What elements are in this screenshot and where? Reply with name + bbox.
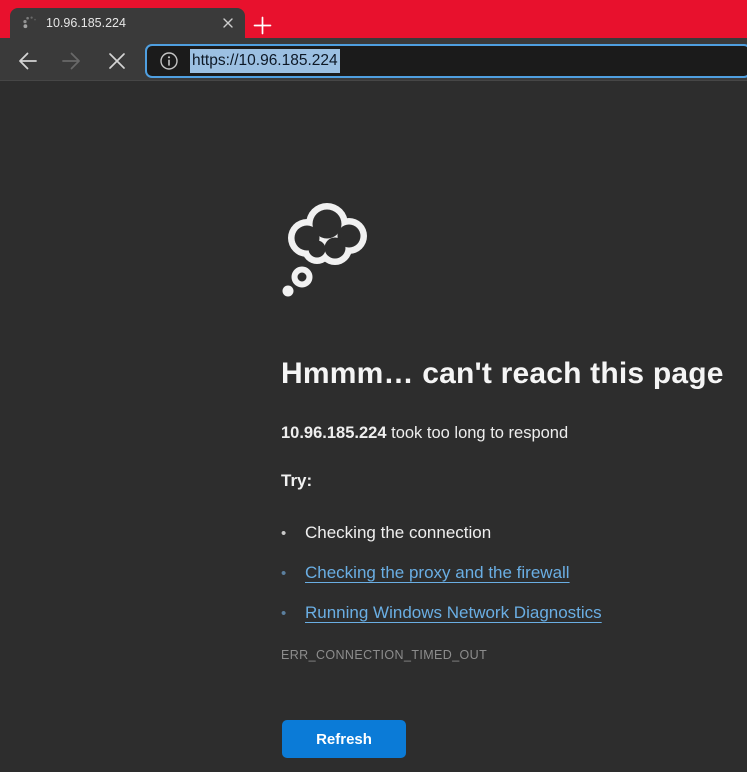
error-message-suffix: took too long to respond: [387, 424, 569, 442]
list-item: • Running Windows Network Diagnostics: [281, 593, 602, 633]
error-message: 10.96.185.224 took too long to respond: [281, 424, 568, 443]
arrow-right-icon: [59, 49, 83, 73]
x-stop-icon: [106, 50, 128, 72]
error-title: Hmmm… can't reach this page: [281, 357, 724, 391]
back-button[interactable]: [11, 48, 45, 74]
plus-icon: [253, 16, 272, 35]
error-host: 10.96.185.224: [281, 424, 387, 442]
try-label: Try:: [281, 471, 312, 491]
list-item: • Checking the connection: [281, 513, 602, 553]
error-code: ERR_CONNECTION_TIMED_OUT: [281, 648, 487, 662]
suggestion-text: Checking the connection: [305, 523, 491, 543]
loading-spinner-icon: [22, 15, 38, 31]
page-info-button[interactable]: [159, 51, 179, 71]
url-text-selected[interactable]: https://10.96.185.224: [190, 49, 340, 73]
error-page: Hmmm… can't reach this page 10.96.185.22…: [0, 81, 747, 772]
bullet-icon: •: [281, 605, 305, 622]
tab-close-button[interactable]: [219, 14, 237, 32]
bullet-icon: •: [281, 525, 305, 542]
suggestion-list: • Checking the connection • Checking the…: [281, 513, 602, 633]
info-icon: [159, 51, 179, 71]
thought-bubble-icon: [281, 198, 375, 299]
forward-button[interactable]: [54, 48, 88, 74]
refresh-button[interactable]: Refresh: [282, 720, 406, 758]
stop-button[interactable]: [100, 48, 134, 74]
address-bar[interactable]: https://10.96.185.224: [145, 44, 747, 78]
list-item: • Checking the proxy and the firewall: [281, 553, 602, 593]
bullet-icon: •: [281, 565, 305, 582]
new-tab-button[interactable]: [252, 15, 272, 35]
browser-tab[interactable]: 10.96.185.224: [10, 8, 245, 38]
tab-title: 10.96.185.224: [46, 16, 219, 30]
tab-strip: 10.96.185.224: [0, 0, 747, 38]
network-diagnostics-link[interactable]: Running Windows Network Diagnostics: [305, 603, 602, 623]
close-icon: [222, 17, 234, 29]
arrow-left-icon: [16, 49, 40, 73]
proxy-firewall-link[interactable]: Checking the proxy and the firewall: [305, 563, 570, 583]
